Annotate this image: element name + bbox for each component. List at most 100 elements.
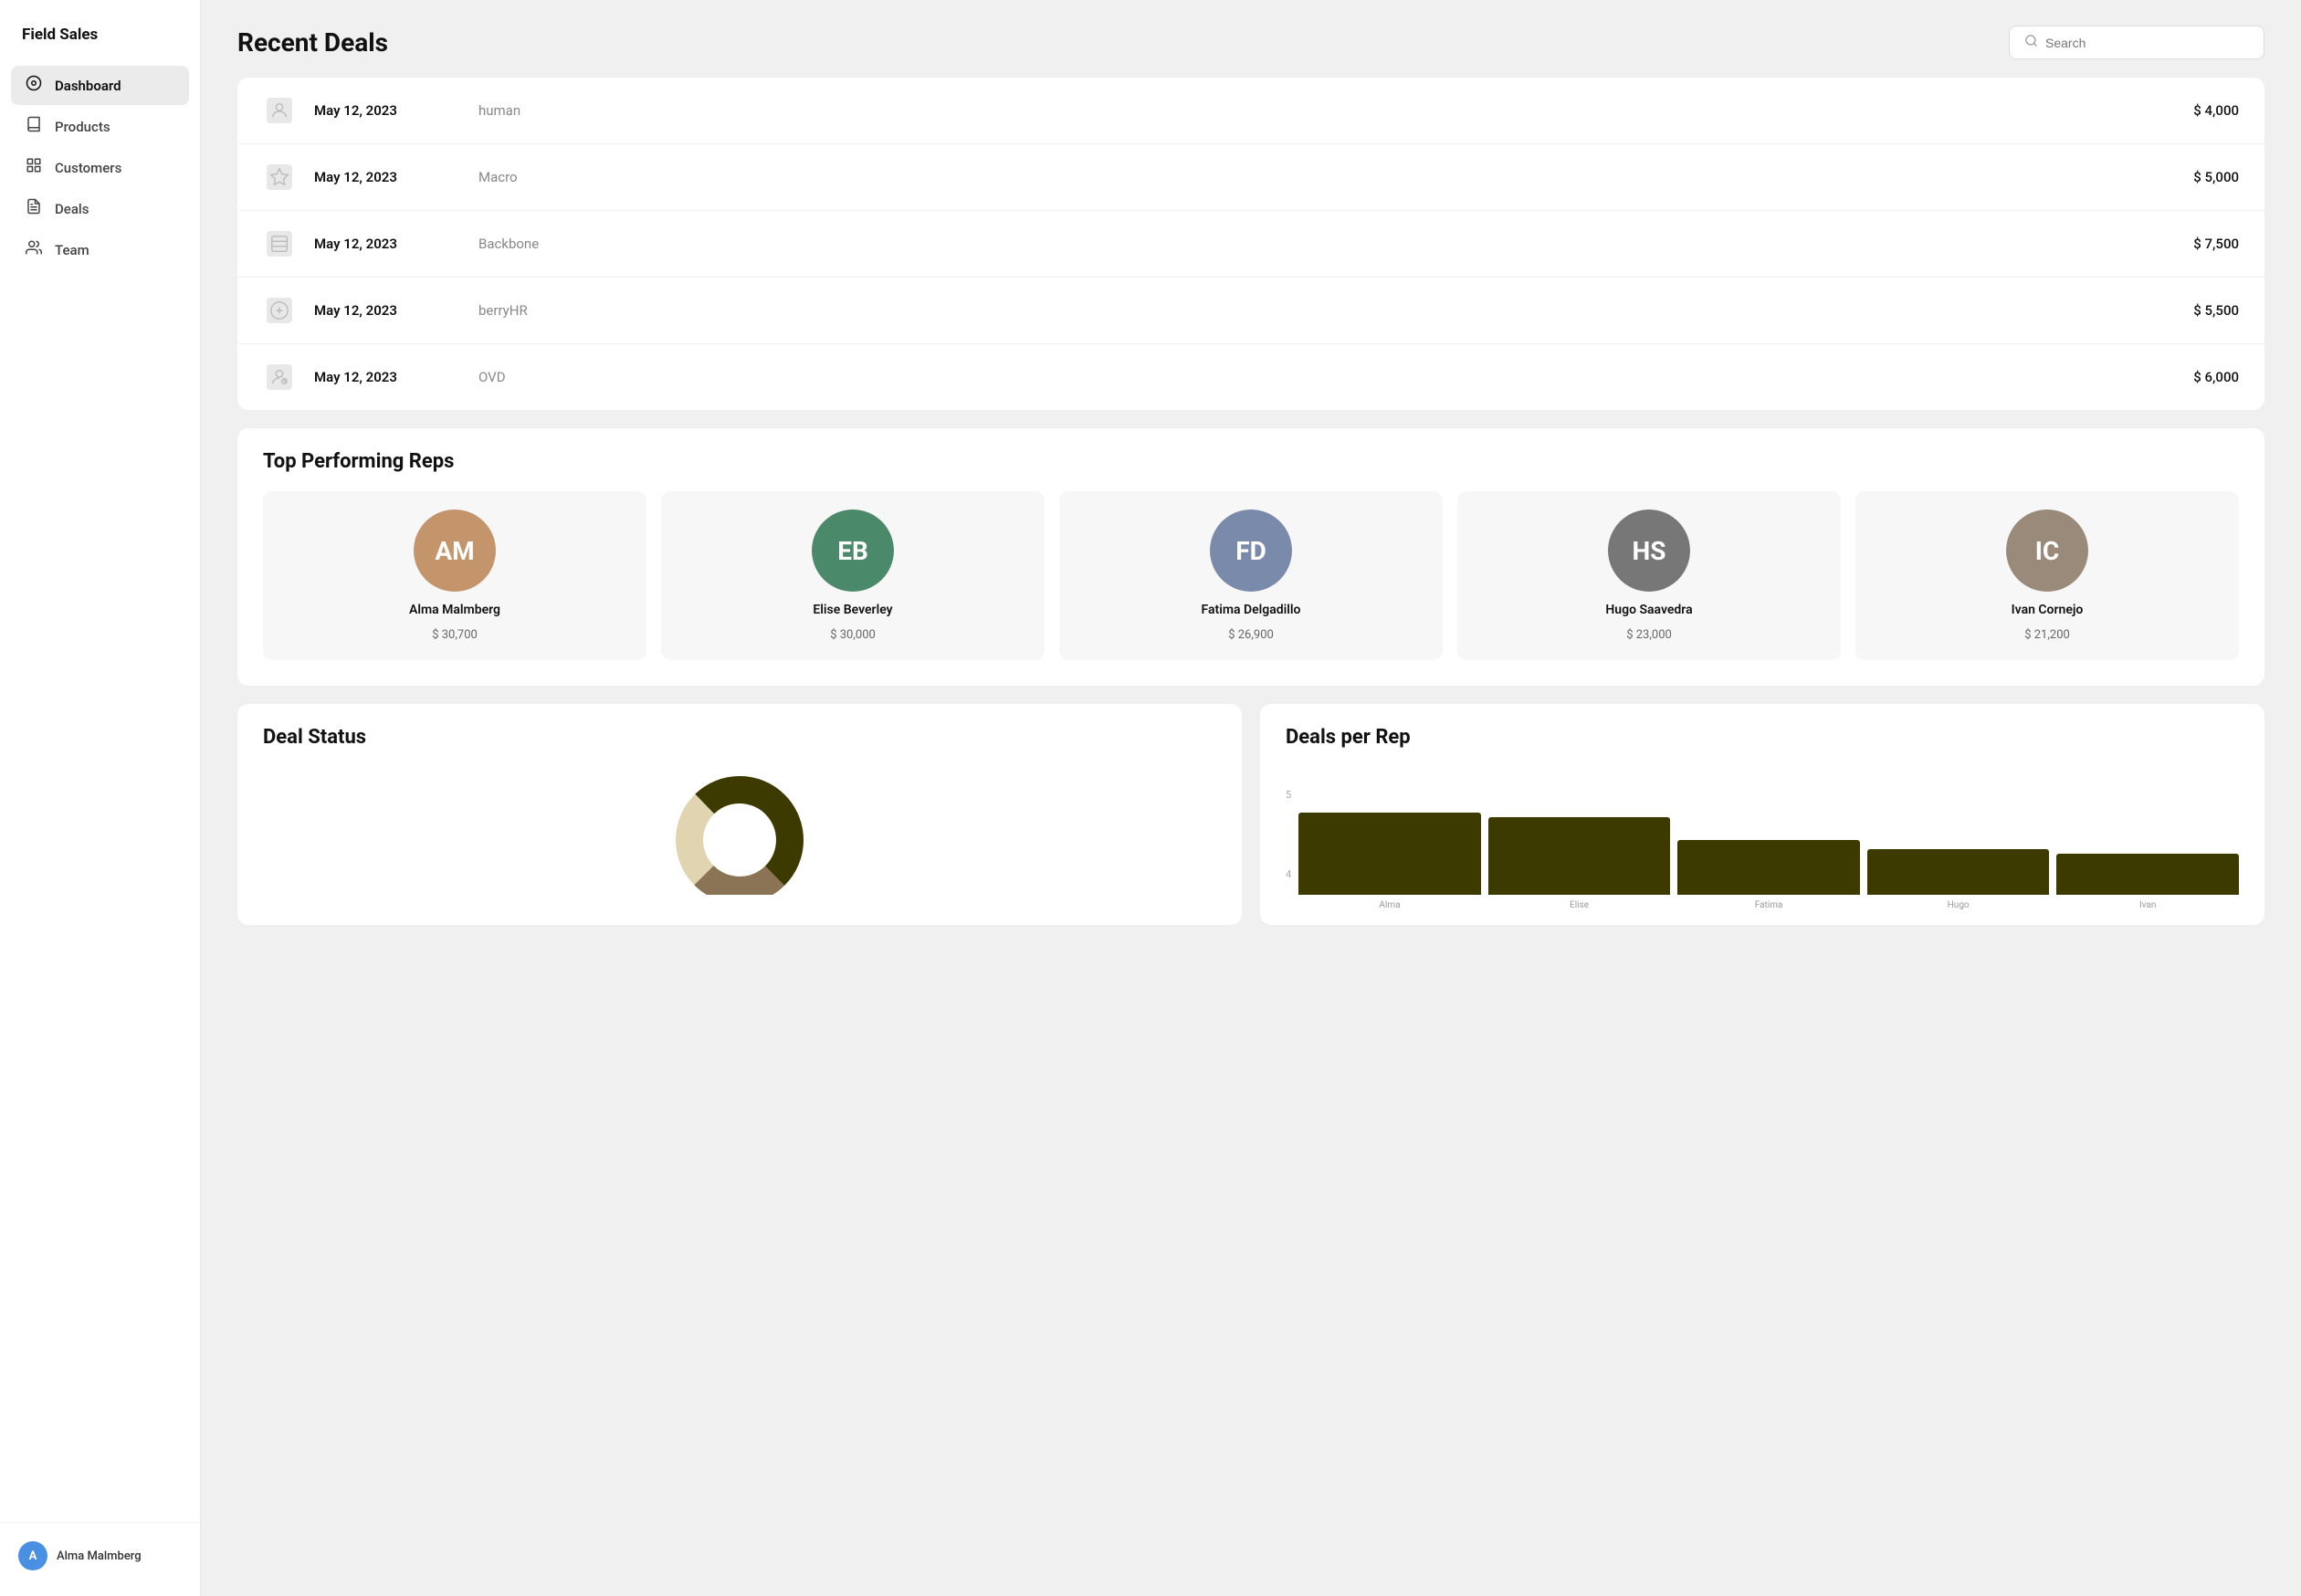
company-icon <box>267 164 292 190</box>
rep-card[interactable]: HS Hugo Saavedra $ 23,000 <box>1457 491 1841 660</box>
top-reps-card: Top Performing Reps AM Alma Malmberg $ 3… <box>237 428 2264 686</box>
bar-chart-area: 5 4 AlmaEliseFatimaHugoIvan <box>1260 767 2264 925</box>
customers-icon <box>24 157 44 178</box>
y-label-5: 5 <box>1286 789 1291 801</box>
rep-avatar: IC <box>2006 509 2088 592</box>
bar <box>1867 849 2050 895</box>
company-icon <box>267 231 292 257</box>
deal-status-card: Deal Status <box>237 704 1242 925</box>
sidebar-team-label: Team <box>55 242 89 258</box>
rep-name: Alma Malmberg <box>409 603 500 617</box>
sidebar-item-products[interactable]: Products <box>11 107 189 146</box>
rep-amount: $ 23,000 <box>1626 628 1672 642</box>
products-icon <box>24 116 44 137</box>
deal-amount: $ 4,000 <box>2148 102 2239 119</box>
rep-avatar: HS <box>1608 509 1690 592</box>
sidebar-deals-label: Deals <box>55 201 89 217</box>
bar-label: Ivan <box>2056 900 2239 910</box>
deals-icon <box>24 198 44 219</box>
app-title: Field Sales <box>0 0 200 66</box>
bar-label: Hugo <box>1867 900 2050 910</box>
rep-amount: $ 30,000 <box>830 628 876 642</box>
search-input[interactable] <box>2045 36 2249 50</box>
deal-company: Backbone <box>478 236 2129 252</box>
sidebar-customers-label: Customers <box>55 160 121 176</box>
sidebar-dashboard-label: Dashboard <box>55 78 121 94</box>
deals-table: May 12, 2023 human $ 4,000 May 12, 2023 … <box>237 78 2264 410</box>
page-title: Recent Deals <box>237 27 388 58</box>
bar <box>2056 854 2239 895</box>
search-icon <box>2024 34 2038 51</box>
deal-amount: $ 5,000 <box>2148 169 2239 185</box>
deal-company: OVD <box>478 369 2129 385</box>
donut-chart <box>667 767 813 895</box>
bar-labels: AlmaEliseFatimaHugoIvan <box>1298 900 2239 910</box>
main-header: Recent Deals <box>201 0 2301 78</box>
rep-avatar-placeholder: AM <box>414 509 496 592</box>
table-row[interactable]: May 12, 2023 human $ 4,000 <box>237 78 2264 144</box>
sidebar: Field Sales Dashboard Products <box>0 0 201 1596</box>
deal-date: May 12, 2023 <box>314 302 460 319</box>
deal-icon <box>263 94 296 127</box>
deal-icon <box>263 294 296 327</box>
rep-card[interactable]: IC Ivan Cornejo $ 21,200 <box>1855 491 2239 660</box>
rep-name: Fatima Delgadillo <box>1202 603 1301 617</box>
deal-company: berryHR <box>478 302 2129 319</box>
rep-avatar-placeholder: IC <box>2006 509 2088 592</box>
content-area: May 12, 2023 human $ 4,000 May 12, 2023 … <box>201 78 2301 961</box>
y-label-4: 4 <box>1286 868 1291 880</box>
deal-icon <box>263 361 296 394</box>
bar <box>1298 813 1481 895</box>
rep-card[interactable]: AM Alma Malmberg $ 30,700 <box>263 491 646 660</box>
table-row[interactable]: May 12, 2023 Macro $ 5,000 <box>237 144 2264 211</box>
deal-date: May 12, 2023 <box>314 169 460 185</box>
deal-amount: $ 5,500 <box>2148 302 2239 319</box>
sidebar-item-deals[interactable]: Deals <box>11 189 189 228</box>
bar <box>1677 840 1860 895</box>
rep-name: Hugo Saavedra <box>1605 603 1692 617</box>
top-reps-title: Top Performing Reps <box>237 428 2264 491</box>
deal-status-title: Deal Status <box>237 704 1242 767</box>
table-row[interactable]: May 12, 2023 Backbone $ 7,500 <box>237 211 2264 278</box>
deal-icon <box>263 161 296 194</box>
sidebar-item-dashboard[interactable]: Dashboard <box>11 66 189 105</box>
rep-avatar: EB <box>812 509 894 592</box>
rep-avatar-placeholder: HS <box>1608 509 1690 592</box>
deals-per-rep-title: Deals per Rep <box>1260 704 2264 767</box>
recent-deals-card: May 12, 2023 human $ 4,000 May 12, 2023 … <box>237 78 2264 410</box>
table-row[interactable]: May 12, 2023 OVD $ 6,000 <box>237 344 2264 410</box>
rep-avatar: AM <box>414 509 496 592</box>
rep-amount: $ 26,900 <box>1228 628 1274 642</box>
deal-date: May 12, 2023 <box>314 236 460 252</box>
bar <box>1488 817 1671 895</box>
deal-amount: $ 6,000 <box>2148 369 2239 385</box>
deal-company: Macro <box>478 169 2129 185</box>
deal-icon <box>263 227 296 260</box>
bottom-row: Deal Status Deals per Rep 5 <box>237 704 2264 925</box>
deal-date: May 12, 2023 <box>314 369 460 385</box>
bar-chart <box>1298 803 2239 895</box>
deal-date: May 12, 2023 <box>314 102 460 119</box>
bar-label: Elise <box>1488 900 1671 910</box>
rep-card[interactable]: EB Elise Beverley $ 30,000 <box>661 491 1045 660</box>
rep-name: Ivan Cornejo <box>2012 603 2084 617</box>
search-box[interactable] <box>2009 26 2264 59</box>
company-icon <box>267 98 292 123</box>
rep-avatar-placeholder: FD <box>1210 509 1292 592</box>
sidebar-item-customers[interactable]: Customers <box>11 148 189 187</box>
rep-card[interactable]: FD Fatima Delgadillo $ 26,900 <box>1059 491 1443 660</box>
company-icon <box>267 298 292 323</box>
table-row[interactable]: May 12, 2023 berryHR $ 5,500 <box>237 278 2264 344</box>
sidebar-footer: A Alma Malmberg <box>0 1522 200 1596</box>
donut-chart-wrapper <box>237 767 1242 913</box>
sidebar-item-team[interactable]: Team <box>11 230 189 269</box>
sidebar-products-label: Products <box>55 119 110 135</box>
sidebar-user-name: Alma Malmberg <box>57 1549 142 1563</box>
team-icon <box>24 239 44 260</box>
reps-grid: AM Alma Malmberg $ 30,700 EB Elise Bever… <box>237 491 2264 686</box>
main-content: Recent Deals May 12, 2023 human $ 4,000 <box>201 0 2301 1596</box>
deals-per-rep-card: Deals per Rep 5 4 AlmaEliseFatimaHugoIva… <box>1260 704 2264 925</box>
rep-name: Elise Beverley <box>813 603 892 617</box>
rep-amount: $ 30,700 <box>432 628 478 642</box>
sidebar-nav: Dashboard Products Custome <box>0 66 200 1522</box>
